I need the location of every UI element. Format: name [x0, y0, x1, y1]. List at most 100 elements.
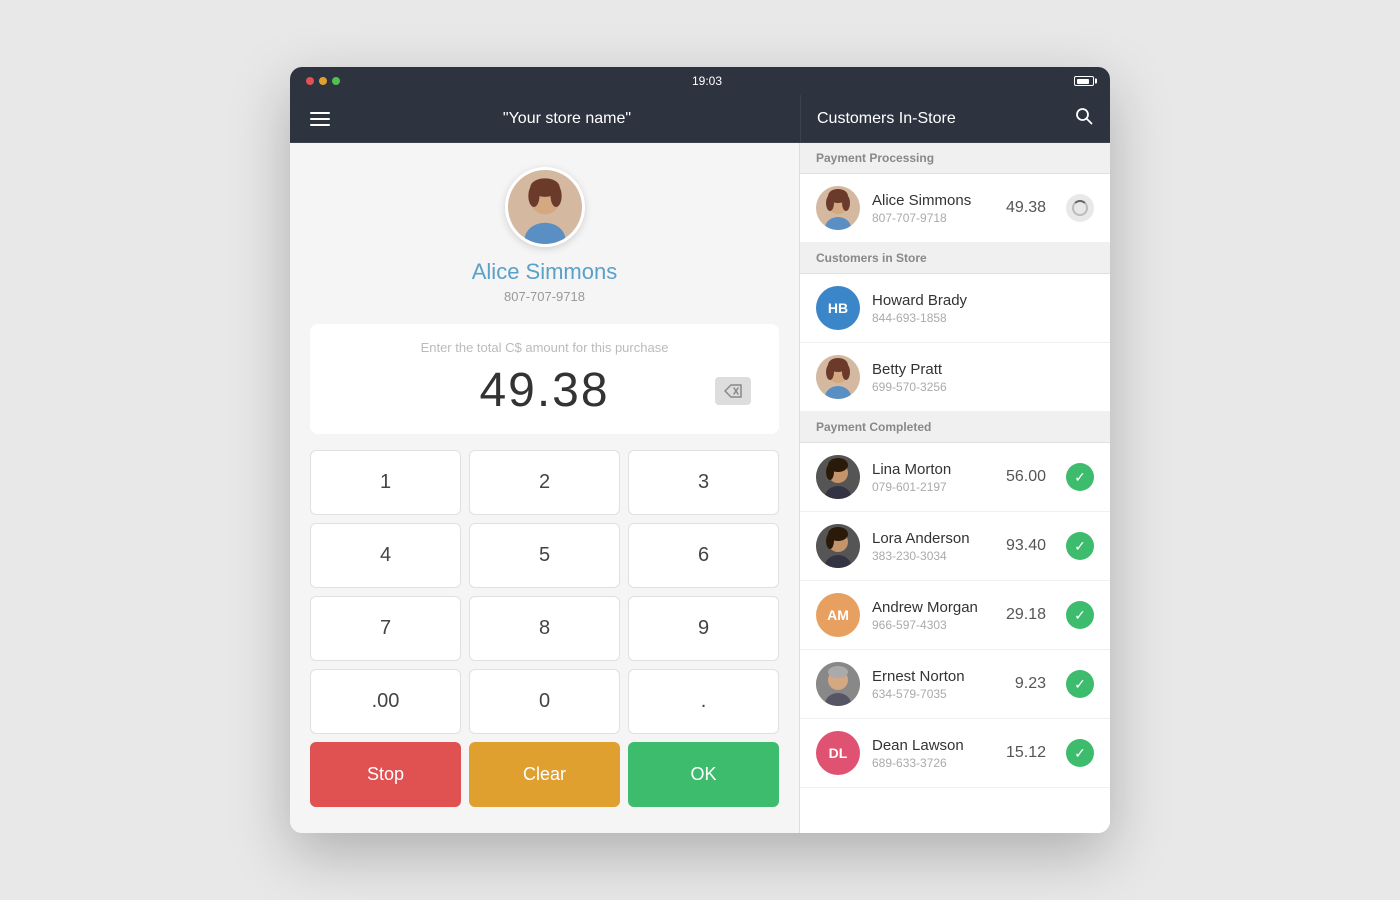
- customer-phone: 079-601-2197: [872, 480, 994, 494]
- customer-row[interactable]: Lina Morton 079-601-2197 56.00 ✓: [800, 443, 1110, 512]
- battery-indicator: [1074, 76, 1094, 86]
- customer-amount: 29.18: [1006, 606, 1046, 624]
- customer-info: Betty Pratt 699-570-3256: [872, 361, 1094, 394]
- customer-avatar: [816, 455, 860, 499]
- section-header: Payment Processing: [800, 143, 1110, 174]
- complete-status-icon: ✓: [1066, 532, 1094, 560]
- customer-row[interactable]: Ernest Norton 634-579-7035 9.23 ✓: [800, 650, 1110, 719]
- customer-phone: 689-633-3726: [872, 756, 994, 770]
- pos-customer-phone: 807-707-9718: [504, 289, 585, 304]
- customer-row[interactable]: DL Dean Lawson 689-633-3726 15.12 ✓: [800, 719, 1110, 788]
- status-bar: 19:03: [290, 67, 1110, 95]
- hamburger-line: [310, 118, 330, 120]
- customer-row[interactable]: HB Howard Brady844-693-1858: [800, 274, 1110, 343]
- header-right: Customers In-Store: [800, 95, 1110, 143]
- pos-customer-avatar: [505, 167, 585, 247]
- hamburger-button[interactable]: [306, 108, 334, 130]
- ok-button[interactable]: OK: [628, 742, 779, 807]
- customers-panel-title: Customers In-Store: [817, 110, 956, 128]
- device-frame: 19:03 "Your store name" Customers In-Sto…: [290, 67, 1110, 833]
- customer-name: Dean Lawson: [872, 737, 994, 754]
- customer-info: Lora Anderson 383-230-3034: [872, 530, 994, 563]
- processing-status-icon: [1066, 194, 1094, 222]
- status-time: 19:03: [692, 74, 722, 88]
- customer-phone: 844-693-1858: [872, 311, 1094, 325]
- section-header: Payment Completed: [800, 412, 1110, 443]
- customer-info: Dean Lawson 689-633-3726: [872, 737, 994, 770]
- customer-name: Ernest Norton: [872, 668, 1003, 685]
- customer-avatar: HB: [816, 286, 860, 330]
- customer-amount: 9.23: [1015, 675, 1046, 693]
- customer-phone: 383-230-3034: [872, 549, 994, 563]
- customers-panel: Payment Processing Alice Simmons 807-707-…: [800, 143, 1110, 833]
- customer-name: Lina Morton: [872, 461, 994, 478]
- minimize-dot: [319, 77, 327, 85]
- customer-name: Lora Anderson: [872, 530, 994, 547]
- customer-amount: 93.40: [1006, 537, 1046, 555]
- customer-info: Ernest Norton 634-579-7035: [872, 668, 1003, 701]
- amount-label: Enter the total C$ amount for this purch…: [330, 340, 759, 355]
- customer-info: Alice Simmons 807-707-9718: [872, 192, 994, 225]
- num-btn-8[interactable]: 8: [469, 596, 620, 661]
- complete-status-icon: ✓: [1066, 739, 1094, 767]
- customer-amount: 49.38: [1006, 199, 1046, 217]
- num-btn-decimal[interactable]: .: [628, 669, 779, 734]
- num-btn-double-zero[interactable]: .00: [310, 669, 461, 734]
- num-btn-6[interactable]: 6: [628, 523, 779, 588]
- maximize-dot: [332, 77, 340, 85]
- customer-info: Lina Morton 079-601-2197: [872, 461, 994, 494]
- battery-icon: [1074, 76, 1094, 86]
- num-btn-9[interactable]: 9: [628, 596, 779, 661]
- customer-row[interactable]: Alice Simmons 807-707-9718 49.38: [800, 174, 1110, 243]
- customer-phone: 807-707-9718: [872, 211, 994, 225]
- customer-avatar: AM: [816, 593, 860, 637]
- search-button[interactable]: [1074, 106, 1094, 131]
- customer-avatar: [816, 355, 860, 399]
- section-header: Customers in Store: [800, 243, 1110, 274]
- amount-display: 49.38: [330, 363, 759, 418]
- customer-info: Andrew Morgan 966-597-4303: [872, 599, 994, 632]
- customer-avatar: DL: [816, 731, 860, 775]
- complete-status-icon: ✓: [1066, 670, 1094, 698]
- backspace-button[interactable]: [715, 377, 751, 405]
- num-btn-5[interactable]: 5: [469, 523, 620, 588]
- num-btn-1[interactable]: 1: [310, 450, 461, 515]
- clear-button[interactable]: Clear: [469, 742, 620, 807]
- customer-row[interactable]: AM Andrew Morgan 966-597-4303 29.18 ✓: [800, 581, 1110, 650]
- customer-avatar: [816, 186, 860, 230]
- num-btn-2[interactable]: 2: [469, 450, 620, 515]
- stop-button[interactable]: Stop: [310, 742, 461, 807]
- customer-amount: 56.00: [1006, 468, 1046, 486]
- customer-name: Alice Simmons: [872, 192, 994, 209]
- customer-name: Andrew Morgan: [872, 599, 994, 616]
- pos-customer-name: Alice Simmons: [472, 259, 617, 285]
- customer-row[interactable]: Betty Pratt 699-570-3256: [800, 343, 1110, 412]
- battery-fill: [1077, 79, 1089, 84]
- store-name-title: "Your store name": [350, 110, 784, 128]
- amount-value: 49.38: [479, 363, 609, 418]
- pos-panel: Alice Simmons 807-707-9718 Enter the tot…: [290, 143, 800, 833]
- customer-phone: 966-597-4303: [872, 618, 994, 632]
- complete-status-icon: ✓: [1066, 601, 1094, 629]
- customer-avatar: [816, 662, 860, 706]
- num-btn-7[interactable]: 7: [310, 596, 461, 661]
- num-btn-4[interactable]: 4: [310, 523, 461, 588]
- action-buttons: Stop Clear OK: [310, 742, 779, 807]
- complete-status-icon: ✓: [1066, 463, 1094, 491]
- header-left: "Your store name": [290, 95, 800, 143]
- numpad: 1 2 3 4 5 6 7 8 9 .00 0 .: [310, 450, 779, 734]
- customer-row[interactable]: Lora Anderson 383-230-3034 93.40 ✓: [800, 512, 1110, 581]
- customer-avatar: [816, 524, 860, 568]
- customer-name: Betty Pratt: [872, 361, 1094, 378]
- header: "Your store name" Customers In-Store: [290, 95, 1110, 143]
- customer-phone: 699-570-3256: [872, 380, 1094, 394]
- hamburger-line: [310, 112, 330, 114]
- hamburger-line: [310, 124, 330, 126]
- window-controls: [306, 77, 340, 85]
- customer-phone: 634-579-7035: [872, 687, 1003, 701]
- num-btn-3[interactable]: 3: [628, 450, 779, 515]
- customer-amount: 15.12: [1006, 744, 1046, 762]
- customer-info: Howard Brady844-693-1858: [872, 292, 1094, 325]
- main-content: Alice Simmons 807-707-9718 Enter the tot…: [290, 143, 1110, 833]
- num-btn-0[interactable]: 0: [469, 669, 620, 734]
